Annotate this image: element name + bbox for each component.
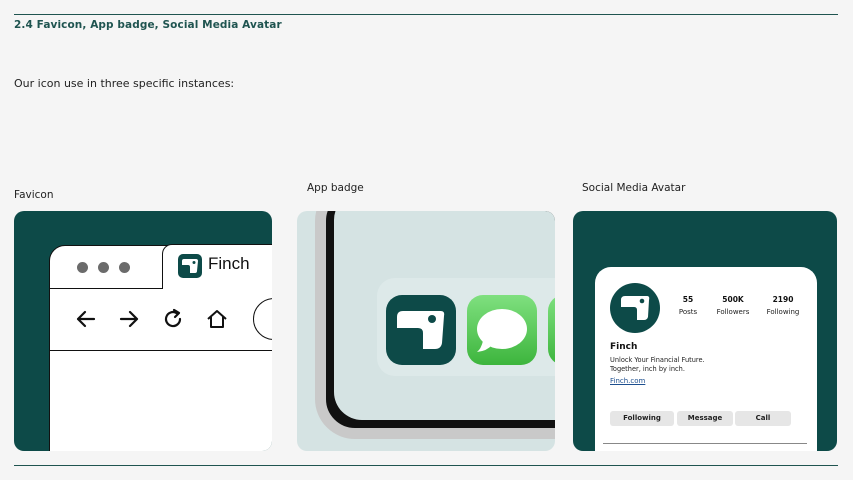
social-avatar-label: Social Media Avatar: [582, 182, 686, 194]
window-dot-icon: [98, 262, 109, 273]
stat-value: 2190: [772, 295, 794, 304]
window-dot-icon: [77, 262, 88, 273]
following-button[interactable]: Following: [610, 411, 674, 426]
stat-posts: 55 Posts: [663, 295, 713, 316]
profile-name: Finch: [610, 342, 638, 352]
tab-underline: [603, 443, 807, 444]
message-button[interactable]: Message: [677, 411, 733, 426]
browser-tab: Finch: [162, 244, 272, 289]
back-arrow-icon: [76, 310, 96, 328]
app-badge-label: App badge: [307, 182, 364, 194]
app-badge-panel: [297, 211, 555, 451]
stat-following: 2190 Following: [758, 295, 808, 316]
avatar: [610, 283, 660, 333]
browser-tab-bar: Finch: [50, 244, 272, 289]
finch-logo-icon: [178, 254, 202, 278]
home-icon: [207, 310, 227, 328]
finch-logo-icon: [386, 295, 456, 365]
stat-value: 55: [682, 295, 694, 304]
intro-text: Our icon use in three specific instances…: [14, 77, 235, 90]
bottom-rule: [14, 465, 838, 466]
browser-nav-bar: [50, 288, 272, 351]
profile-card: 55 Posts 500K Followers 2190 Following F…: [595, 267, 817, 451]
stat-label: Posts: [678, 308, 698, 316]
section-title: 2.4 Favicon, App badge, Social Media Ava…: [14, 19, 282, 31]
app-icon: [548, 295, 555, 365]
browser-mockup: Finch: [49, 244, 272, 451]
call-button[interactable]: Call: [735, 411, 791, 426]
address-bar: [253, 298, 272, 340]
forward-arrow-icon: [119, 310, 139, 328]
browser-tab-title: Finch: [208, 254, 250, 273]
stat-label: Following: [766, 308, 800, 316]
stat-label: Followers: [716, 308, 750, 316]
bio-line: Unlock Your Financial Future.: [610, 356, 705, 364]
profile-link[interactable]: Finch.com: [610, 377, 645, 385]
messages-app-icon: [467, 295, 537, 365]
stat-value: 500K: [722, 295, 744, 304]
social-panel: 55 Posts 500K Followers 2190 Following F…: [573, 211, 837, 451]
stat-followers: 500K Followers: [708, 295, 758, 316]
top-rule: [14, 14, 838, 15]
bio-line: Together, inch by inch.: [610, 365, 685, 373]
favicon-panel: Finch: [14, 211, 272, 451]
window-dot-icon: [119, 262, 130, 273]
profile-bio: Unlock Your Financial Future. Together, …: [610, 356, 760, 374]
reload-icon: [164, 308, 182, 328]
favicon-label: Favicon: [14, 189, 54, 201]
